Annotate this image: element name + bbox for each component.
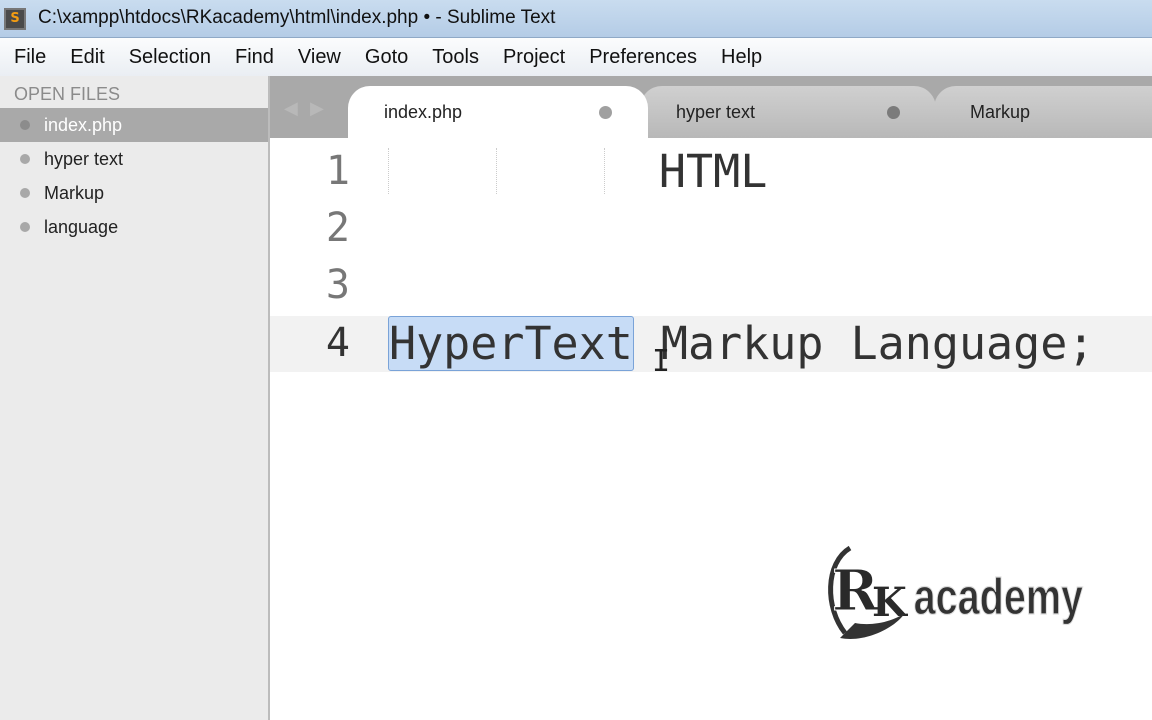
menu-file[interactable]: File (2, 46, 58, 69)
file-dot-icon (20, 154, 30, 164)
code-editor[interactable]: 1 2 3 4 HTML HyperText Markup Language; … (270, 138, 1152, 720)
code-text: Markup Language; (633, 317, 1095, 370)
menu-view[interactable]: View (286, 46, 353, 69)
sidebar: OPEN FILES index.php hyper text Markup l… (0, 76, 270, 720)
tab-label: index.php (384, 101, 463, 122)
rk-academy-logo: R K academy (828, 545, 1084, 639)
sidebar-file-hyper-text[interactable]: hyper text (0, 142, 268, 176)
ibeam-cursor-icon: I (652, 344, 671, 379)
sublime-icon: S (4, 8, 26, 30)
tab-scroll-right-icon[interactable]: ▶ (310, 98, 324, 119)
menu-selection[interactable]: Selection (117, 46, 223, 69)
tab-hyper-text[interactable]: hyper text (640, 86, 936, 138)
line-number: 3 (325, 262, 350, 308)
file-label: hyper text (44, 148, 124, 169)
file-label: language (44, 216, 119, 237)
line-number: 4 (325, 320, 350, 366)
window-title: C:\xampp\htdocs\RKacademy\html\index.php… (38, 7, 556, 28)
svg-text:academy: academy (914, 568, 1084, 625)
line-number: 1 (325, 148, 350, 194)
menu-edit[interactable]: Edit (58, 46, 116, 69)
file-dot-icon (20, 120, 30, 130)
menu-preferences[interactable]: Preferences (577, 46, 709, 69)
tab-scroll-left-icon[interactable]: ◀ (284, 98, 298, 119)
tab-label: Markup (970, 101, 1031, 122)
menu-bar: File Edit Selection Find View Goto Tools… (0, 38, 1152, 76)
unsaved-dot-icon (599, 105, 612, 119)
file-dot-icon (20, 222, 30, 232)
code-line-1: HTML (388, 145, 768, 198)
tab-markup[interactable]: Markup (934, 86, 1152, 138)
line-number: 2 (325, 205, 350, 251)
sidebar-file-language[interactable]: language (0, 210, 268, 244)
open-files-header: OPEN FILES (14, 84, 121, 104)
tab-label: hyper text (676, 101, 756, 122)
file-label: Markup (44, 182, 105, 203)
menu-project[interactable]: Project (491, 46, 577, 69)
file-dot-icon (20, 188, 30, 198)
tab-bar: ◀ ▶ index.php hyper text Markup (270, 76, 1152, 138)
menu-help[interactable]: Help (709, 46, 774, 69)
tab-index-php[interactable]: index.php (348, 86, 648, 138)
menu-tools[interactable]: Tools (420, 46, 491, 69)
text-selection: HyperText (388, 316, 634, 371)
title-bar: S C:\xampp\htdocs\RKacademy\html\index.p… (0, 0, 1152, 38)
sidebar-file-markup[interactable]: Markup (0, 176, 268, 210)
file-label: index.php (44, 114, 123, 135)
code-line-4: HyperText Markup Language; (388, 316, 1094, 372)
menu-goto[interactable]: Goto (353, 46, 420, 69)
svg-text:K: K (872, 579, 908, 626)
unsaved-dot-icon (887, 105, 900, 119)
menu-find[interactable]: Find (223, 46, 286, 69)
sidebar-file-index-php[interactable]: index.php (0, 108, 268, 142)
